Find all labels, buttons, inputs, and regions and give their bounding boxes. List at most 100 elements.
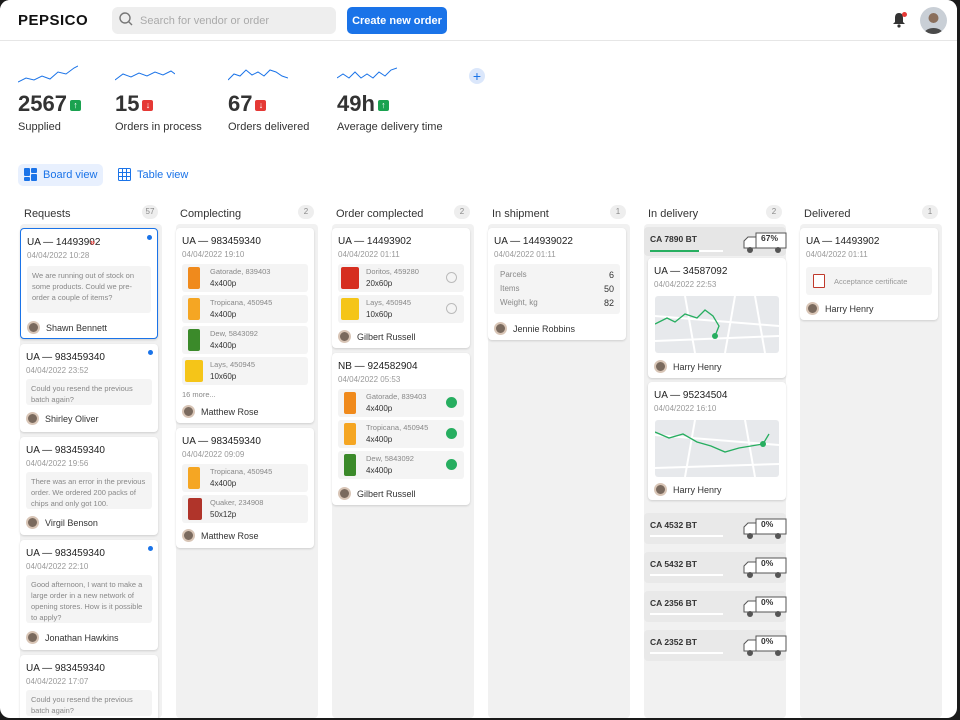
order-card[interactable]: UA — 983459340 04/04/2022 19:10 Gatorade… bbox=[176, 228, 314, 423]
column-title: Requests bbox=[24, 208, 71, 220]
request-card[interactable]: UA — 983459340 04/04/2022 17:07 Could yo… bbox=[20, 655, 158, 718]
tab-table-view[interactable]: Table view bbox=[112, 164, 194, 186]
parcels-value: 6 bbox=[608, 270, 614, 280]
product-row: Lays, 450945 10x60p bbox=[338, 295, 464, 323]
stat-supplied: 2567 ↑ Supplied bbox=[18, 62, 81, 133]
check-done-icon[interactable] bbox=[446, 459, 457, 470]
assignee: Shawn Bennett bbox=[27, 321, 107, 335]
table-icon bbox=[118, 168, 131, 181]
route-map[interactable] bbox=[655, 296, 779, 353]
order-card[interactable]: NB — 924582904 04/04/2022 05:53 Gatorade… bbox=[332, 353, 470, 505]
stat-orders-in-process: 15 ↓ Orders in process bbox=[115, 62, 202, 133]
column-lane: UA — 14493902 04/04/2022 01:11 Acceptanc… bbox=[800, 224, 942, 718]
product-qty: 4x400p bbox=[210, 341, 237, 350]
notifications-bell-icon[interactable] bbox=[892, 12, 908, 28]
request-card[interactable]: UA — 983459340 04/04/2022 19:56 There wa… bbox=[20, 437, 158, 535]
stat-avg-delivery-time: 49h ↑ Average delivery time bbox=[337, 62, 443, 133]
create-order-button[interactable]: Create new order bbox=[347, 7, 447, 34]
pdf-file-icon bbox=[813, 274, 825, 288]
check-done-icon[interactable] bbox=[446, 397, 457, 408]
order-card[interactable]: UA — 983459340 04/04/2022 09:09 Tropican… bbox=[176, 428, 314, 548]
request-message: Good afternoon, I want to make a large o… bbox=[26, 575, 152, 623]
check-done-icon[interactable] bbox=[446, 428, 457, 439]
order-id: UA — 983459340 bbox=[182, 236, 261, 247]
acceptance-certificate[interactable]: Acceptance certificate bbox=[806, 267, 932, 295]
vehicle-row[interactable]: CA 4532 BT 0% bbox=[644, 513, 787, 544]
trend-up-icon: ↑ bbox=[377, 100, 389, 111]
search-box[interactable] bbox=[112, 7, 336, 34]
product-row: Quaker, 234908 50x12p bbox=[182, 495, 308, 523]
shipment-card[interactable]: UA — 144939022 04/04/2022 01:11 Parcels 6… bbox=[488, 228, 626, 340]
avatar bbox=[26, 516, 39, 529]
weight-label: Weight, kg bbox=[500, 298, 538, 307]
column-lane: UA — 983459340 04/04/2022 19:10 Gatorade… bbox=[176, 224, 318, 718]
vehicle-row[interactable]: CA 2356 BT 0% bbox=[644, 591, 787, 622]
assignee: Harry Henry bbox=[654, 360, 722, 374]
request-card[interactable]: UA — 14493902 » 04/04/2022 10:28 We are … bbox=[20, 228, 158, 339]
product-name: Tropicana, 450945 bbox=[210, 467, 273, 476]
more-products-link[interactable]: 16 more... bbox=[182, 390, 216, 399]
product-name: Doritos, 459280 bbox=[366, 267, 419, 276]
request-message: We are running out of stock on some prod… bbox=[27, 266, 151, 313]
product-name: Lays, 450945 bbox=[366, 298, 412, 307]
map-graphic bbox=[655, 296, 779, 353]
trend-down-icon: ↓ bbox=[142, 100, 154, 111]
order-id: UA — 983459340 bbox=[26, 548, 105, 559]
search-input[interactable] bbox=[140, 7, 330, 34]
tab-board-view[interactable]: Board view bbox=[18, 164, 104, 186]
column-title: Order complected bbox=[336, 208, 424, 220]
assignee-name: Gilbert Russell bbox=[357, 332, 416, 342]
assignee-name: Gilbert Russell bbox=[357, 489, 416, 499]
logo[interactable]: PEPSICO bbox=[18, 12, 88, 29]
order-date: 04/04/2022 01:11 bbox=[338, 250, 400, 259]
user-avatar[interactable] bbox=[920, 7, 947, 34]
order-id: UA — 14493902 bbox=[338, 236, 412, 247]
request-message: Could you resend the previous batch agai… bbox=[26, 690, 152, 716]
order-id: UA — 95234504 bbox=[654, 390, 728, 401]
assignee-name: Jonathan Hawkins bbox=[45, 633, 119, 643]
request-message: Could you resend the previous batch agai… bbox=[26, 379, 152, 405]
product-row: Doritos, 459280 20x60p bbox=[338, 264, 464, 292]
order-id: UA — 983459340 bbox=[26, 352, 105, 363]
avatar bbox=[806, 302, 819, 315]
check-circle-icon[interactable] bbox=[446, 272, 457, 283]
dew-bottle-icon bbox=[188, 329, 200, 351]
column-completing: Complecting 2 UA — 983459340 04/04/2022 1… bbox=[176, 196, 318, 718]
product-name: Lays, 450945 bbox=[210, 360, 256, 369]
column-count: 57 bbox=[142, 205, 158, 219]
request-card[interactable]: UA — 983459340 04/04/2022 22:10 Good aft… bbox=[20, 540, 158, 650]
column-lane: CA 7890 BT 67% UA — 34587092 04/04/2022 … bbox=[644, 224, 787, 718]
request-card[interactable]: UA — 983459340 04/04/2022 23:52 Could yo… bbox=[20, 344, 158, 432]
order-card[interactable]: UA — 14493902 04/04/2022 01:11 Doritos, … bbox=[332, 228, 470, 348]
route-map[interactable] bbox=[655, 420, 779, 477]
shipment-details: Parcels 6 Items 50 Weight, kg 82 bbox=[494, 264, 620, 314]
avatar bbox=[654, 483, 667, 496]
product-row: Gatorade, 839403 4x400p bbox=[338, 389, 464, 417]
column-delivered: Delivered 1 UA — 14493902 04/04/2022 01:1… bbox=[800, 196, 942, 718]
product-row: Tropicana, 450945 4x400p bbox=[338, 420, 464, 448]
column-count: 2 bbox=[766, 205, 782, 219]
vehicle-row[interactable]: CA 2352 BT 0% bbox=[644, 630, 787, 661]
vehicle-row[interactable]: CA 7890 BT 67% bbox=[644, 227, 787, 256]
check-circle-icon[interactable] bbox=[446, 303, 457, 314]
order-id: UA — 34587092 bbox=[654, 266, 728, 277]
stat-label: Orders delivered bbox=[228, 121, 310, 133]
order-date: 04/04/2022 22:10 bbox=[26, 562, 89, 571]
product-name: Tropicana, 450945 bbox=[366, 423, 429, 432]
assignee-name: Jennie Robbins bbox=[513, 324, 576, 334]
order-date: 04/04/2022 16:10 bbox=[654, 404, 717, 413]
vehicle-load-pct: 0% bbox=[761, 519, 774, 529]
stat-orders-delivered: 67 ↓ Orders delivered bbox=[228, 62, 309, 133]
column-count: 1 bbox=[610, 205, 626, 219]
column-title: In shipment bbox=[492, 208, 549, 220]
delivery-order-card[interactable]: UA — 34587092 04/04/2022 22:53 Harry Hen… bbox=[648, 258, 786, 378]
order-date: 04/04/2022 19:10 bbox=[182, 250, 245, 259]
vehicle-code: CA 2352 BT bbox=[650, 637, 697, 647]
vehicle-row[interactable]: CA 5432 BT 0% bbox=[644, 552, 787, 583]
avatar bbox=[654, 360, 667, 373]
delivered-card[interactable]: UA — 14493902 04/04/2022 01:11 Acceptanc… bbox=[800, 228, 938, 320]
add-stat-button[interactable]: + bbox=[469, 68, 485, 84]
column-lane: UA — 14493902 04/04/2022 01:11 Doritos, … bbox=[332, 224, 474, 718]
delivery-order-card[interactable]: UA — 95234504 04/04/2022 16:10 Harry Hen… bbox=[648, 382, 786, 500]
order-date: 04/04/2022 01:11 bbox=[494, 250, 556, 259]
